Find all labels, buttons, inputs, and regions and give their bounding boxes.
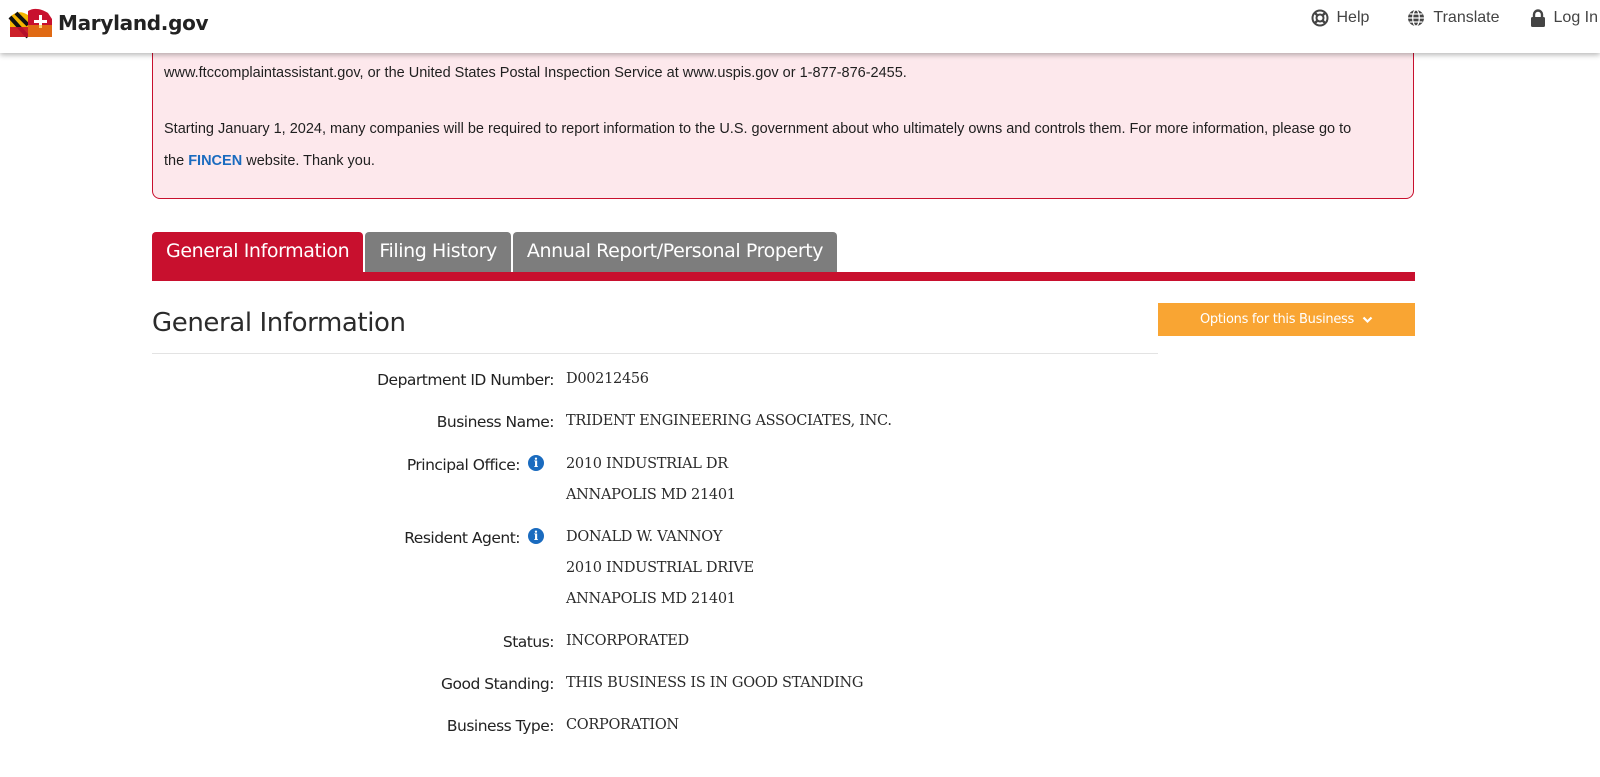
tab-general-information[interactable]: General Information — [152, 232, 364, 272]
business-tabs: General Information Filing History Annua… — [152, 232, 839, 272]
alert-line3-prefix: the — [164, 153, 185, 169]
department-id-value: D00212456 — [566, 371, 649, 387]
utility-nav: Help Translate Log In — [1311, 6, 1600, 30]
brand-name: Maryland.gov — [58, 11, 209, 35]
department-id-label: Department ID Number: — [377, 371, 554, 389]
section-divider — [152, 353, 1158, 354]
alert-text-line-2: Starting January 1, 2024, many companies… — [164, 121, 1352, 137]
alert-text-line-1: www.ftccomplaintassistant.gov, or the Un… — [164, 65, 907, 81]
lifebuoy-icon — [1311, 9, 1328, 27]
tab-filing-history[interactable]: Filing History — [365, 232, 511, 272]
principal-office-line-1: 2010 INDUSTRIAL DR — [566, 456, 728, 472]
maryland-flag-logo — [8, 8, 52, 39]
tab-underline-bar — [152, 272, 1415, 281]
alert-text-line-3: the FINCEN website. Thank you. — [164, 153, 375, 169]
site-header: Maryland.gov Help Translate Log In — [0, 0, 1600, 53]
chevron-down-icon — [1362, 316, 1373, 323]
options-label: Options for this Business — [1200, 312, 1354, 327]
resident-agent-label: Resident Agent: — [404, 529, 520, 547]
alert-line3-suffix: website. Thank you. — [246, 153, 375, 169]
login-label: Log In — [1553, 9, 1598, 26]
translate-label: Translate — [1433, 9, 1500, 26]
options-dropdown-button[interactable]: Options for this Business — [1158, 303, 1415, 336]
business-type-label: Business Type: — [446, 717, 555, 735]
help-link[interactable]: Help — [1311, 9, 1370, 27]
maryland-logo-link[interactable]: Maryland.gov — [8, 6, 209, 40]
principal-office-label: Principal Office: — [406, 456, 521, 474]
page-title: General Information — [152, 308, 406, 338]
resident-agent-info-icon[interactable]: i — [528, 528, 544, 544]
translate-link[interactable]: Translate — [1407, 9, 1500, 27]
status-value: INCORPORATED — [566, 633, 689, 649]
lock-icon — [1530, 9, 1545, 27]
fincen-link[interactable]: FINCEN — [188, 153, 242, 169]
business-name-value: TRIDENT ENGINEERING ASSOCIATES, INC. — [566, 413, 892, 429]
globe-icon — [1408, 9, 1425, 27]
principal-office-info-icon[interactable]: i — [528, 455, 544, 471]
status-label: Status: — [502, 633, 555, 651]
resident-agent-line-1: DONALD W. VANNOY — [566, 529, 723, 545]
principal-office-line-2: ANNAPOLIS MD 21401 — [566, 487, 736, 503]
resident-agent-line-3: ANNAPOLIS MD 21401 — [566, 591, 736, 607]
good-standing-label: Good Standing: — [440, 675, 555, 693]
business-type-value: CORPORATION — [566, 717, 679, 733]
login-link[interactable]: Log In — [1530, 9, 1598, 27]
help-label: Help — [1336, 9, 1370, 26]
principal-office-value: 2010 INDUSTRIAL DR ANNAPOLIS MD 21401 — [566, 456, 736, 518]
resident-agent-line-2: 2010 INDUSTRIAL DRIVE — [566, 560, 754, 576]
good-standing-value: THIS BUSINESS IS IN GOOD STANDING — [566, 675, 864, 691]
business-name-label: Business Name: — [436, 413, 555, 431]
notice-alert: www.ftccomplaintassistant.gov, or the Un… — [152, 28, 1414, 199]
tab-annual-report[interactable]: Annual Report/Personal Property — [512, 232, 838, 272]
resident-agent-value: DONALD W. VANNOY 2010 INDUSTRIAL DRIVE A… — [566, 529, 754, 622]
